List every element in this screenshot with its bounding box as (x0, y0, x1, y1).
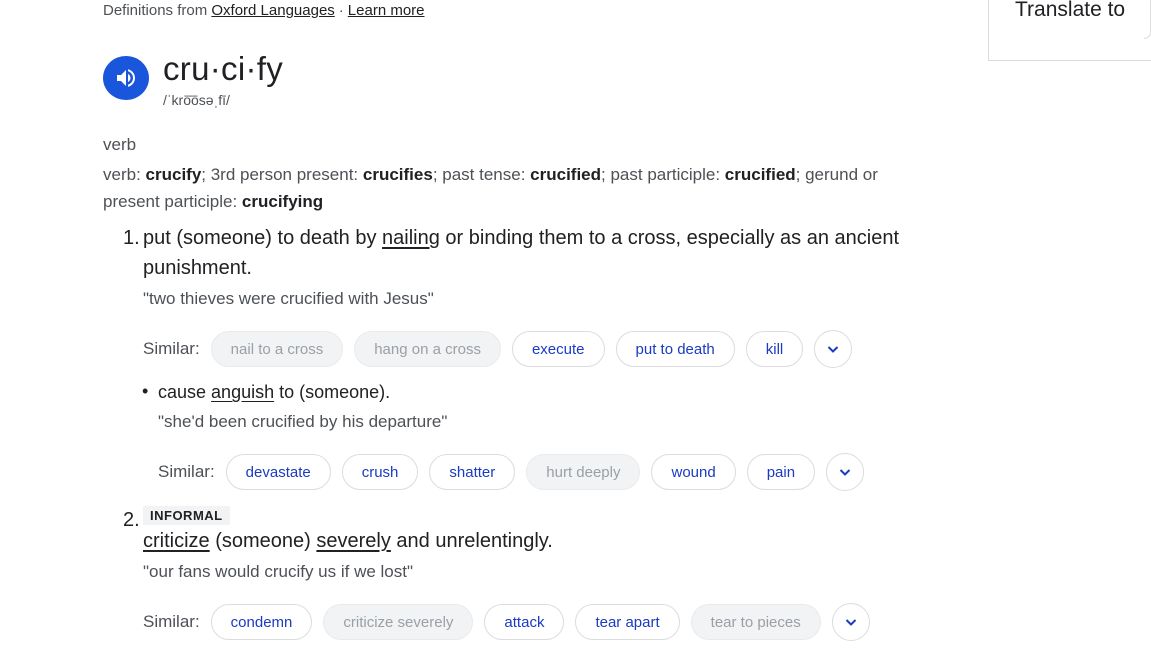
forms-label: ; past tense: (432, 165, 531, 184)
similar-chip[interactable]: crush (341, 454, 419, 490)
similar-chip[interactable]: put to death (615, 331, 735, 367)
similar-label: Similar: (143, 612, 200, 631)
expand-similar-button[interactable] (831, 603, 870, 641)
form-word: crucifying (241, 192, 324, 211)
part-of-speech: verb (103, 135, 137, 154)
similar-label: Similar: (158, 462, 215, 481)
subsense-definition: cause anguish to (someone). (158, 377, 390, 407)
pronounce-button[interactable] (103, 56, 149, 100)
similar-chip[interactable]: wound (651, 454, 736, 490)
register-tag: INFORMAL (143, 506, 230, 525)
def-text: and unrelentingly. (390, 530, 553, 552)
chevron-down-icon (845, 619, 856, 626)
phonetic: /ˈkro͞osəˌfī/ (163, 92, 230, 108)
form-word: crucify (145, 165, 202, 184)
learn-more-link[interactable]: Learn more (348, 2, 425, 19)
expand-similar-button[interactable] (826, 453, 865, 491)
chevron-down-icon (839, 469, 851, 476)
verb-forms: verb: crucify; 3rd person present: cruci… (103, 161, 923, 215)
similar-chip[interactable]: tear to pieces (690, 604, 821, 640)
def-link-severely[interactable]: severely (316, 530, 390, 552)
sense2-definition: criticize (someone) severely and unrelen… (143, 526, 553, 556)
similar-chip[interactable]: hang on a cross (354, 331, 501, 367)
forms-label: ; 3rd person present: (201, 165, 363, 184)
similar-chip[interactable]: kill (745, 331, 804, 367)
similar-chip[interactable]: condemn (210, 604, 313, 640)
sense-number: 2. (123, 509, 140, 531)
similar-chip[interactable]: execute (511, 331, 605, 367)
def-text: cause (158, 382, 212, 402)
similar-chip[interactable]: attack (484, 604, 565, 640)
similar-chip[interactable]: devastate (225, 454, 331, 490)
similar-chip[interactable]: criticize severely (323, 604, 474, 640)
bullet: • (142, 381, 149, 401)
def-text: (someone) (209, 530, 317, 552)
sense2-example: "our fans would crucify us if we lost" (143, 562, 414, 581)
def-text: put (someone) to death by (143, 227, 383, 249)
translate-panel[interactable]: Translate to (988, 0, 1151, 61)
panel-corner (1144, 0, 1151, 39)
similar-chip[interactable]: pain (746, 454, 816, 490)
source-line: Definitions from Oxford Languages · Learn … (103, 2, 425, 19)
form-word: crucified (724, 165, 796, 184)
def-text: to (someone). (274, 382, 391, 402)
oxford-languages-link[interactable]: Oxford Languages (211, 2, 334, 19)
subsense-example: "she'd been crucified by his departure" (158, 412, 448, 431)
translate-label: Translate to (1015, 0, 1126, 21)
forms-label: ; past participle: (601, 165, 725, 184)
sense1-example: "two thieves were crucified with Jesus" (143, 289, 434, 308)
similar-label: Similar: (143, 339, 200, 358)
def-link-nailing[interactable]: nailing (382, 227, 440, 249)
expand-similar-button[interactable] (814, 330, 853, 368)
forms-label: verb: (103, 165, 146, 184)
def-link-anguish[interactable]: anguish (211, 382, 274, 402)
similar-chip[interactable]: hurt deeply (526, 454, 641, 490)
def-link-criticize[interactable]: criticize (143, 530, 210, 552)
similar-chip[interactable]: tear apart (575, 604, 680, 640)
speaker-icon (117, 69, 135, 87)
similar-chip[interactable]: nail to a cross (210, 331, 344, 367)
form-word: crucified (530, 165, 602, 184)
subsense-similar-row: Similar: devastate crush shatter hurt de… (158, 453, 865, 491)
form-word: crucifies (362, 165, 433, 184)
separator: · (338, 2, 344, 19)
sense1-similar-row: Similar: nail to a cross hang on a cross… (143, 330, 853, 368)
sense1-definition: put (someone) to death by nailing or bin… (143, 223, 923, 283)
source-prefix: Definitions from (103, 2, 208, 19)
similar-chip[interactable]: shatter (429, 454, 516, 490)
headword: cru·ci·fy (163, 50, 284, 87)
sense-number: 1. (123, 227, 140, 249)
chevron-down-icon (828, 346, 839, 353)
sense2-similar-row: Similar: condemn criticize severely atta… (143, 603, 870, 641)
